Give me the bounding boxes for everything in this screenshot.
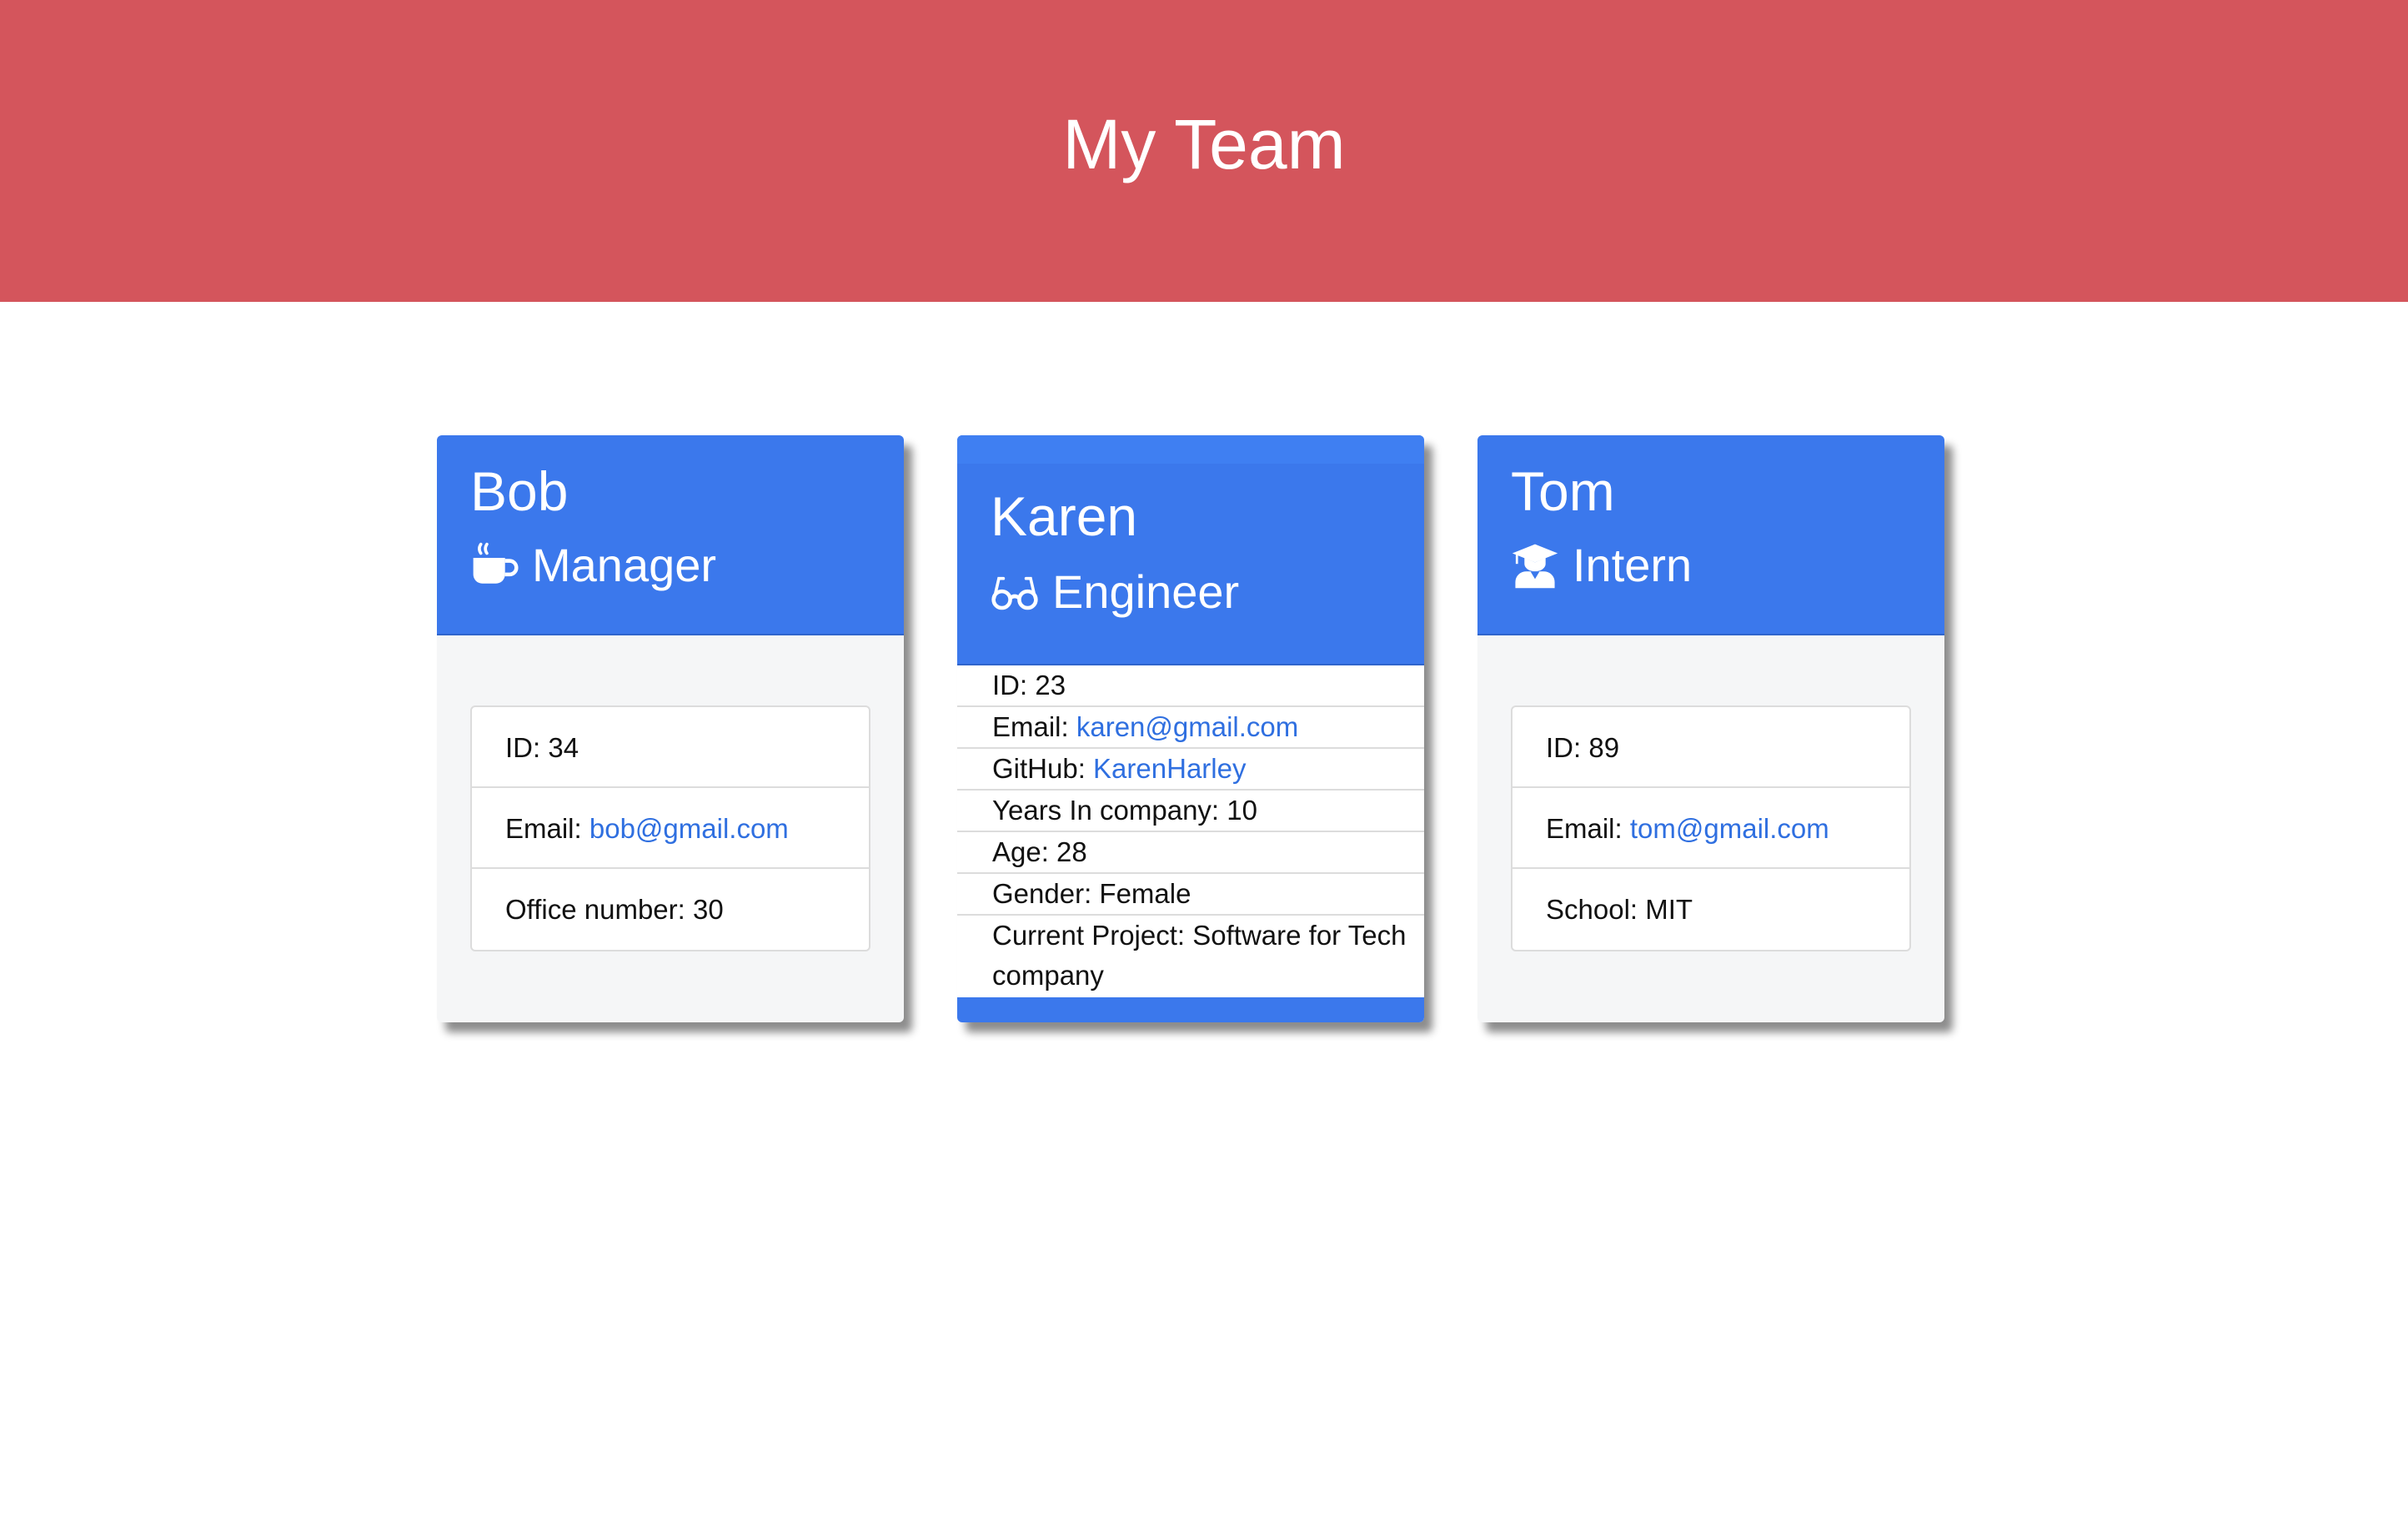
email-label: Email: bbox=[992, 711, 1076, 742]
current-project: Current Project: Software for Tech compa… bbox=[992, 920, 1407, 991]
email-link[interactable]: bob@gmail.com bbox=[589, 813, 789, 844]
email-link[interactable]: tom@gmail.com bbox=[1630, 813, 1829, 844]
role-label: Intern bbox=[1573, 539, 1693, 591]
employee-role: Intern bbox=[1511, 535, 1692, 595]
employee-role: Manager bbox=[470, 535, 716, 595]
glasses-icon bbox=[991, 568, 1039, 616]
employee-details: ID: 34 Email: bob@gmail.com Office numbe… bbox=[470, 705, 870, 951]
employee-card-manager: Bob Manager ID: 34 Email: bob@gmail.com … bbox=[437, 435, 904, 1022]
card-header: Tom Intern bbox=[1477, 435, 1944, 635]
card-footer bbox=[957, 997, 1424, 1022]
years-in-company: Years In company: 10 bbox=[957, 791, 1424, 832]
card-header: Bob Manager bbox=[437, 435, 904, 635]
employee-id: ID: 89 bbox=[1513, 707, 1909, 788]
employee-details: ID: 23 Email: karen@gmail.com GitHub: Ka… bbox=[957, 665, 1424, 996]
employee-email: Email: tom@gmail.com bbox=[1513, 788, 1909, 869]
employee-id: ID: 34 bbox=[472, 707, 869, 788]
employee-email: Email: karen@gmail.com bbox=[957, 707, 1424, 749]
role-label: Engineer bbox=[1052, 565, 1240, 618]
github-label: GitHub: bbox=[992, 753, 1094, 784]
school: School: MIT bbox=[1546, 894, 1693, 925]
employee-name: Karen bbox=[991, 485, 1138, 547]
mug-icon bbox=[470, 541, 519, 590]
role-label: Manager bbox=[532, 539, 717, 591]
employee-gender: Gender: Female bbox=[957, 874, 1424, 916]
page-title: My Team bbox=[1062, 105, 1346, 183]
office-number: Office number: 30 bbox=[505, 894, 724, 925]
email-label: Email: bbox=[1546, 813, 1630, 844]
employee-id: ID: 23 bbox=[957, 665, 1424, 707]
employee-role: Engineer bbox=[991, 562, 1239, 622]
employee-details: ID: 89 Email: tom@gmail.com School: MIT bbox=[1511, 705, 1911, 951]
email-label: Email: bbox=[505, 813, 589, 844]
github-link[interactable]: KarenHarley bbox=[1093, 753, 1246, 784]
employee-name: Bob bbox=[470, 460, 569, 522]
page-header: My Team bbox=[0, 0, 2408, 302]
card-header: Karen Engineer bbox=[957, 435, 1424, 665]
email-link[interactable]: karen@gmail.com bbox=[1076, 711, 1298, 742]
employee-card-intern: Tom Intern ID: 89 Email: tom@gmail.com S… bbox=[1477, 435, 1944, 1022]
employee-card-engineer: Karen Engineer ID: 23 Email: karen@gmail… bbox=[957, 435, 1424, 1022]
employee-github: GitHub: KarenHarley bbox=[957, 749, 1424, 791]
employee-name: Tom bbox=[1511, 460, 1615, 522]
graduate-icon bbox=[1511, 541, 1559, 590]
employee-age: Age: 28 bbox=[957, 832, 1424, 874]
employee-email: Email: bob@gmail.com bbox=[472, 788, 869, 869]
